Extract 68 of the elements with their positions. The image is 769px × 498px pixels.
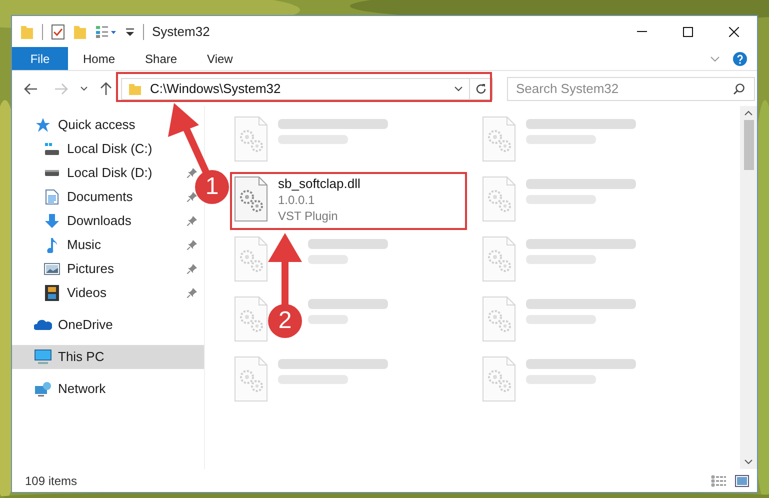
recent-locations-icon[interactable] bbox=[80, 86, 88, 91]
help-icon[interactable] bbox=[733, 52, 747, 66]
close-icon bbox=[729, 26, 739, 36]
ribbon-tab[interactable]: View bbox=[192, 47, 248, 70]
ribbon-tab[interactable]: Home bbox=[68, 47, 130, 70]
scrollbar[interactable] bbox=[740, 106, 757, 469]
nav-item[interactable]: Videos bbox=[12, 281, 172, 305]
file-name: sb_softclap.dll bbox=[278, 176, 360, 192]
download-arrow-icon bbox=[44, 213, 60, 229]
monitor-icon bbox=[34, 349, 52, 365]
annotation-arrow bbox=[168, 103, 210, 174]
folder-icon bbox=[128, 82, 142, 96]
scroll-thumb[interactable] bbox=[744, 120, 754, 170]
dll-file-icon bbox=[234, 116, 268, 162]
nav-item[interactable]: Downloads bbox=[12, 209, 172, 233]
properties-check-icon[interactable] bbox=[51, 24, 65, 40]
drive-icon bbox=[44, 169, 60, 177]
annotation-arrow bbox=[268, 233, 302, 305]
dll-file-icon bbox=[482, 236, 516, 282]
film-icon bbox=[45, 285, 59, 301]
expand-ribbon-icon[interactable] bbox=[710, 56, 720, 62]
maximize-icon bbox=[683, 26, 693, 36]
dll-file-icon bbox=[234, 296, 268, 342]
dll-file-icon bbox=[234, 356, 268, 402]
dll-file-icon bbox=[234, 236, 268, 282]
address-path: C:\Windows\System32 bbox=[150, 80, 281, 98]
drive-icon bbox=[44, 142, 60, 156]
nav-item[interactable]: Network bbox=[12, 377, 204, 401]
star-icon bbox=[35, 117, 51, 133]
document-icon bbox=[45, 189, 59, 205]
nav-item[interactable]: This PC bbox=[12, 345, 204, 369]
large-icons-view-icon[interactable] bbox=[735, 474, 749, 486]
details-view-icon[interactable] bbox=[711, 474, 727, 486]
search-field[interactable]: Search System32 bbox=[507, 76, 755, 100]
picture-icon bbox=[44, 262, 60, 276]
dll-file-icon bbox=[482, 176, 516, 222]
dll-file-icon bbox=[482, 296, 516, 342]
file-item[interactable]: sb_softclap.dll 1.0.0.1 VST Plugin bbox=[234, 176, 360, 224]
file-version: 1.0.0.1 bbox=[278, 192, 316, 208]
view-dropdown-icon[interactable] bbox=[95, 24, 117, 38]
network-icon bbox=[34, 381, 52, 397]
nav-item[interactable]: Quick access bbox=[12, 113, 204, 137]
dll-file-icon bbox=[482, 116, 516, 162]
scroll-up-icon bbox=[744, 110, 753, 116]
refresh-icon[interactable] bbox=[475, 82, 487, 94]
item-count: 109 items bbox=[25, 472, 78, 490]
search-icon bbox=[733, 82, 745, 94]
minimize-icon bbox=[637, 31, 647, 32]
nav-item[interactable]: OneDrive bbox=[12, 313, 204, 337]
ribbon-tab[interactable]: Share bbox=[130, 47, 192, 70]
nav-item[interactable]: Local Disk (D:) bbox=[12, 161, 172, 185]
address-bar[interactable]: C:\Windows\System32 bbox=[121, 78, 493, 100]
nav-item[interactable]: Pictures bbox=[12, 257, 172, 281]
up-arrow-icon[interactable] bbox=[100, 82, 112, 96]
cloud-icon bbox=[34, 319, 52, 331]
nav-item[interactable]: Music bbox=[12, 233, 172, 257]
window-title: System32 bbox=[152, 22, 210, 41]
dropdown-chevron-icon[interactable] bbox=[454, 86, 463, 92]
file-tab[interactable]: File bbox=[12, 47, 68, 70]
scroll-down-icon bbox=[744, 459, 753, 465]
customize-toolbar-icon[interactable] bbox=[125, 26, 135, 36]
dll-file-icon bbox=[482, 356, 516, 402]
nav-item[interactable]: Documents bbox=[12, 185, 172, 209]
nav-item[interactable]: Local Disk (C:) bbox=[12, 137, 172, 161]
dll-file-icon bbox=[234, 176, 268, 222]
back-arrow-icon[interactable] bbox=[24, 82, 38, 94]
music-note-icon bbox=[46, 237, 58, 253]
file-type: VST Plugin bbox=[278, 208, 339, 224]
